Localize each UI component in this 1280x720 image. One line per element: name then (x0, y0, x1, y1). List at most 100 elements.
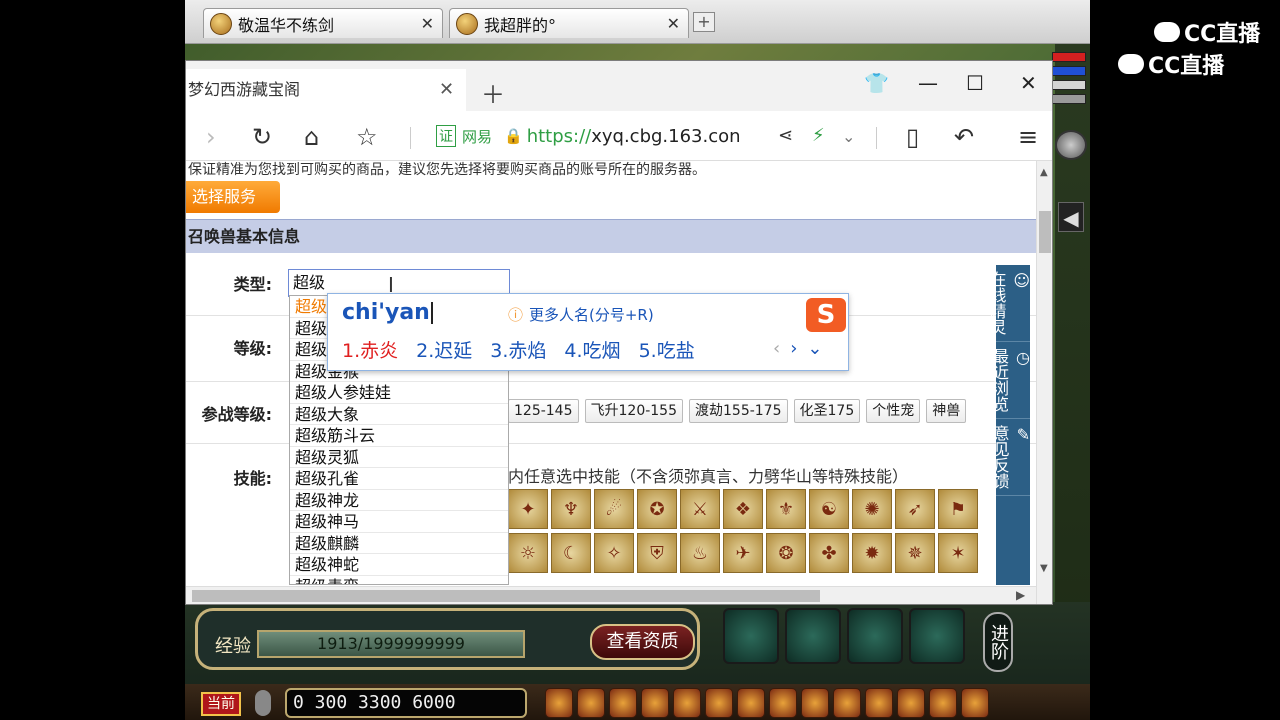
shortcut-icon[interactable] (545, 688, 573, 718)
skill-icon[interactable]: ⛨ (637, 533, 677, 573)
lightning-icon[interactable]: ⚡ (812, 125, 825, 146)
ime-candidate[interactable]: 2.迟延 (416, 336, 472, 363)
forward-icon[interactable]: › (206, 123, 216, 151)
mic-icon[interactable] (255, 690, 271, 716)
add-tab-button[interactable]: + (693, 12, 715, 32)
battle-level-button[interactable]: 125-145 (508, 399, 579, 423)
tablet-icon[interactable]: ▯ (906, 123, 919, 151)
scroll-right-icon[interactable]: ▶ (1016, 588, 1025, 602)
skill-icon[interactable]: ✹ (852, 533, 892, 573)
scroll-thumb[interactable] (1039, 211, 1051, 253)
close-icon[interactable]: ✕ (667, 14, 680, 33)
skill-icon[interactable]: ✦ (508, 489, 548, 529)
suggestion-item[interactable]: 超级神马 (290, 511, 508, 533)
skill-icon[interactable]: ☄ (594, 489, 634, 529)
favorite-star-icon[interactable]: ☆ (356, 123, 378, 151)
shortcut-icon[interactable] (801, 688, 829, 718)
skill-icon[interactable]: ♨ (680, 533, 720, 573)
skill-icon[interactable]: ✶ (938, 533, 978, 573)
shortcut-icon[interactable] (609, 688, 637, 718)
shortcut-icon[interactable] (737, 688, 765, 718)
equip-slot[interactable] (847, 608, 903, 664)
equip-slot[interactable] (909, 608, 965, 664)
ime-candidate[interactable]: 3.赤焰 (490, 336, 546, 363)
game-tab-1[interactable]: 敬温华不练剑 ✕ (203, 8, 443, 38)
battle-level-button[interactable]: 个性宠 (866, 399, 921, 423)
suggestion-item[interactable]: 超级大象 (290, 404, 508, 425)
suggestion-item[interactable]: 超级筋斗云 (290, 425, 508, 447)
equip-slot[interactable] (785, 608, 841, 664)
skill-icon[interactable]: ✤ (809, 533, 849, 573)
skill-icon[interactable]: ⚑ (938, 489, 978, 529)
shortcut-icon[interactable] (833, 688, 861, 718)
shortcut-icon[interactable] (897, 688, 925, 718)
skill-icon[interactable]: ✺ (852, 489, 892, 529)
shortcut-icon[interactable] (961, 688, 989, 718)
view-aptitude-button[interactable]: 查看资质 (590, 624, 695, 660)
skill-icon[interactable]: ✪ (637, 489, 677, 529)
horizontal-scrollbar[interactable]: ▶ (186, 586, 1036, 604)
ime-tip[interactable]: ⓘ 更多人名(分号+R) (508, 304, 654, 325)
new-tab-icon[interactable]: ＋ (481, 75, 505, 110)
shortcut-icon[interactable] (865, 688, 893, 718)
shortcut-icon[interactable] (929, 688, 957, 718)
shortcut-icon[interactable] (641, 688, 669, 718)
channel-button[interactable]: 当前 (201, 692, 241, 716)
battle-level-button[interactable]: 渡劫155-175 (689, 399, 788, 423)
skill-icon[interactable]: ✧ (594, 533, 634, 573)
scroll-thumb[interactable] (192, 590, 820, 602)
online-assistant-button[interactable]: ☺ 在线精灵 (987, 265, 1030, 342)
skill-icon[interactable]: ⚔ (680, 489, 720, 529)
share-icon[interactable]: ⋖ (778, 125, 793, 146)
game-tab-2[interactable]: 我超胖的° ✕ (449, 8, 689, 38)
skill-icon[interactable]: ✵ (895, 533, 935, 573)
advance-button[interactable]: 进阶 (983, 612, 1013, 672)
ime-expand-icon[interactable]: ⌄ (807, 338, 822, 359)
menu-icon[interactable]: ≡ (1018, 123, 1038, 151)
battle-level-button[interactable]: 飞升120-155 (584, 399, 683, 423)
skill-icon[interactable]: ♆ (551, 489, 591, 529)
minimize-icon[interactable]: — (918, 71, 938, 95)
skill-icon[interactable]: ☯ (809, 489, 849, 529)
ime-candidate[interactable]: 4.吃烟 (564, 336, 620, 363)
address-bar[interactable]: 证 网易 🔒 https:// xyq.cbg.163.con (436, 119, 876, 153)
shortcut-icon[interactable] (673, 688, 701, 718)
suggestion-item[interactable]: 超级神龙 (290, 490, 508, 511)
battle-level-button[interactable]: 化圣175 (793, 399, 861, 423)
undo-icon[interactable]: ↶ (954, 123, 974, 151)
home-icon[interactable]: ⌂ (304, 123, 319, 151)
shortcut-icon[interactable] (705, 688, 733, 718)
chat-input[interactable]: 0 300 3300 6000 (285, 688, 527, 718)
suggestion-item[interactable]: 超级人参娃娃 (290, 382, 508, 404)
shortcut-icon[interactable] (769, 688, 797, 718)
minimap-orb-icon[interactable] (1055, 130, 1087, 160)
ime-next-page-icon[interactable]: › (790, 338, 797, 359)
suggestion-item[interactable]: 超级神蛇 (290, 554, 508, 576)
shirt-skin-icon[interactable]: 👕 (864, 71, 889, 95)
chevron-down-icon[interactable]: ⌄ (842, 127, 855, 146)
skill-icon[interactable]: ❖ (723, 489, 763, 529)
ime-candidate[interactable]: 1.赤炎 (342, 336, 398, 363)
skill-icon[interactable]: ✈ (723, 533, 763, 573)
skill-icon[interactable]: ❂ (766, 533, 806, 573)
ime-candidate[interactable]: 5.吃盐 (639, 336, 695, 363)
shortcut-icon[interactable] (577, 688, 605, 718)
skill-icon[interactable]: ☾ (551, 533, 591, 573)
close-tab-icon[interactable]: ✕ (439, 69, 454, 111)
browser-tab[interactable]: 梦幻西游藏宝阁 ✕ (186, 69, 466, 111)
vertical-scrollbar[interactable]: ▲ ▼ (1036, 161, 1052, 604)
suggestion-item[interactable]: 超级孔雀 (290, 468, 508, 490)
battle-level-button[interactable]: 神兽 (926, 399, 967, 423)
suggestion-item[interactable]: 超级青鸾 (290, 576, 508, 585)
skill-icon[interactable]: ⚜ (766, 489, 806, 529)
suggestion-item[interactable]: 超级麒麟 (290, 533, 508, 554)
equip-slot[interactable] (723, 608, 779, 664)
recent-browse-button[interactable]: ◷ 最近浏览 (990, 342, 1030, 419)
scroll-up-icon[interactable]: ▲ (1040, 167, 1048, 178)
skill-icon[interactable]: ☼ (508, 533, 548, 573)
scroll-down-icon[interactable]: ▼ (1040, 563, 1048, 574)
refresh-icon[interactable]: ↻ (252, 123, 272, 151)
maximize-icon[interactable]: ☐ (966, 71, 984, 95)
close-icon[interactable]: ✕ (421, 14, 434, 33)
collapse-arrow-icon[interactable]: ◀ (1058, 202, 1084, 232)
